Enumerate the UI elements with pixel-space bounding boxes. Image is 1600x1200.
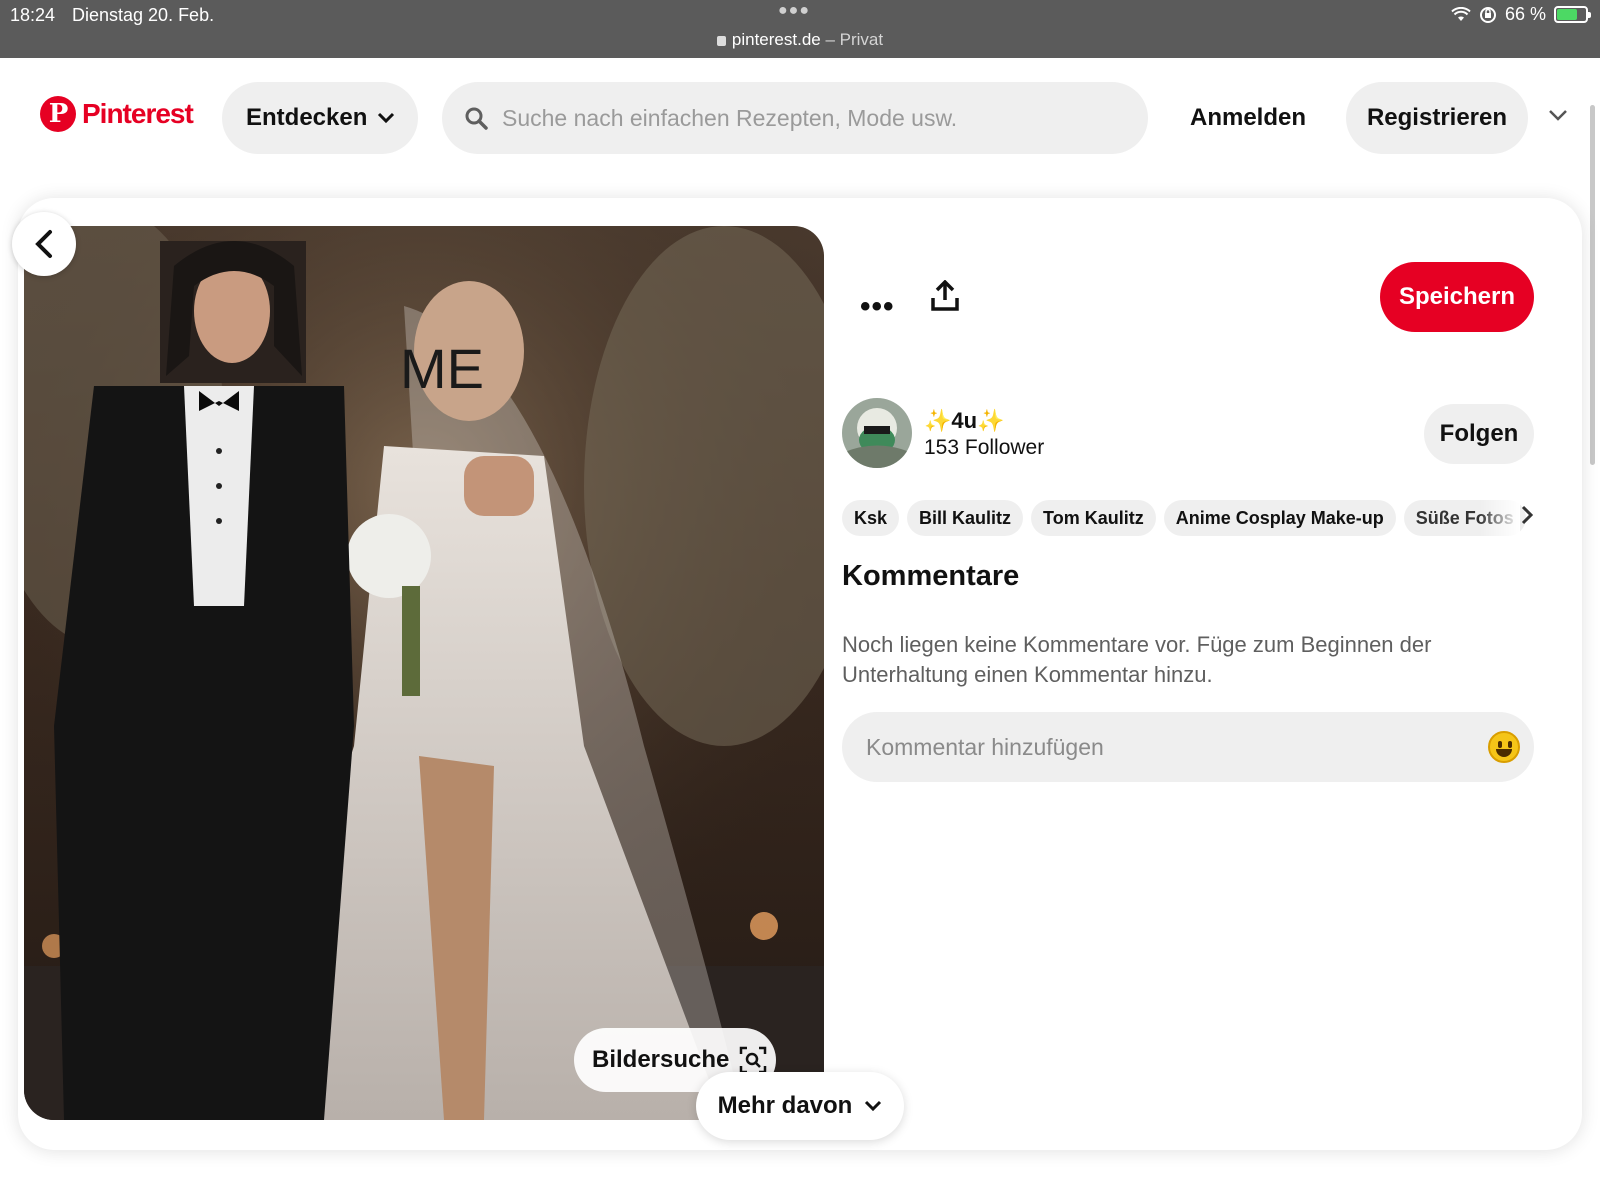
- status-date: Dienstag 20. Feb.: [72, 5, 215, 25]
- tag-pill[interactable]: Anime Cosplay Make-up: [1163, 500, 1396, 536]
- more-like-this-button[interactable]: Mehr davon: [696, 1072, 904, 1140]
- site-header: P Pinterest Entdecken Suche nach einfach…: [0, 58, 1600, 178]
- comments-empty-text: Noch liegen keine Kommentare vor. Füge z…: [842, 632, 1432, 687]
- url-domain: pinterest.de: [731, 30, 821, 49]
- battery-icon: [1554, 6, 1591, 23]
- pinterest-logo[interactable]: P Pinterest: [40, 96, 194, 132]
- emoji-icon[interactable]: [1488, 731, 1520, 763]
- avatar[interactable]: [842, 398, 912, 468]
- pin-image[interactable]: ME: [24, 226, 824, 1120]
- search-icon: [465, 107, 488, 130]
- page-scrollbar[interactable]: [1590, 105, 1595, 465]
- tag-pill[interactable]: Tom Kaulitz: [1031, 500, 1156, 536]
- follow-label: Folgen: [1439, 420, 1519, 447]
- login-button[interactable]: Anmelden: [1190, 104, 1306, 132]
- wedding-photo: ME: [24, 226, 824, 1120]
- status-time: 18:24: [10, 5, 56, 25]
- lock-icon: [716, 36, 726, 46]
- explore-button[interactable]: Entdecken: [222, 82, 418, 154]
- image-overlay-text: ME: [400, 337, 484, 400]
- chevron-down-icon[interactable]: [1548, 108, 1568, 122]
- url-bar[interactable]: pinterest.de – Privat: [0, 30, 1600, 50]
- orientation-lock-icon: [1479, 6, 1496, 23]
- comment-placeholder: Kommentar hinzufügen: [866, 733, 1104, 760]
- chevron-down-icon: [865, 1100, 882, 1112]
- wifi-icon: [1451, 6, 1471, 21]
- visual-search-icon: [740, 1046, 767, 1074]
- save-label: Speichern: [1398, 283, 1516, 310]
- multitasking-dots[interactable]: ●●●: [778, 2, 810, 20]
- register-label: Registrieren: [1366, 104, 1508, 131]
- pinterest-logo-icon: P: [40, 96, 76, 132]
- private-mode-label: – Privat: [820, 30, 884, 49]
- tag-pill[interactable]: Ksk: [842, 500, 900, 536]
- follower-count: 153 Follower: [924, 436, 1045, 459]
- more-icon[interactable]: •••: [860, 290, 895, 324]
- browser-status-bar: 18:24 Dienstag 20. Feb. ●●● pinterest.de…: [0, 0, 1600, 58]
- register-button[interactable]: Registrieren: [1346, 82, 1528, 154]
- tags-fade: [1480, 500, 1520, 536]
- comment-input[interactable]: Kommentar hinzufügen: [842, 712, 1534, 782]
- save-button[interactable]: Speichern: [1380, 262, 1534, 332]
- logo-text: Pinterest: [82, 98, 194, 129]
- share-icon[interactable]: [930, 280, 960, 312]
- visual-search-label: Bildersuche: [592, 1046, 730, 1073]
- battery-percent: 66 %: [1504, 4, 1546, 24]
- chevron-right-icon[interactable]: [1520, 504, 1534, 526]
- search-input[interactable]: Suche nach einfachen Rezepten, Mode usw.: [442, 82, 1148, 154]
- explore-label: Entdecken: [246, 104, 368, 131]
- tag-list: Ksk Bill Kaulitz Tom Kaulitz Anime Cospl…: [842, 500, 1536, 536]
- back-arrow-icon: [35, 230, 52, 258]
- comments-title: Kommentare: [842, 560, 1020, 592]
- chevron-down-icon: [378, 112, 395, 124]
- author-name[interactable]: ✨4u✨: [924, 408, 1004, 434]
- follow-button[interactable]: Folgen: [1424, 404, 1534, 464]
- tag-pill[interactable]: Bill Kaulitz: [907, 500, 1024, 536]
- back-button[interactable]: [12, 212, 76, 276]
- more-like-this-label: Mehr davon: [717, 1092, 853, 1119]
- search-placeholder: Suche nach einfachen Rezepten, Mode usw.: [502, 104, 958, 131]
